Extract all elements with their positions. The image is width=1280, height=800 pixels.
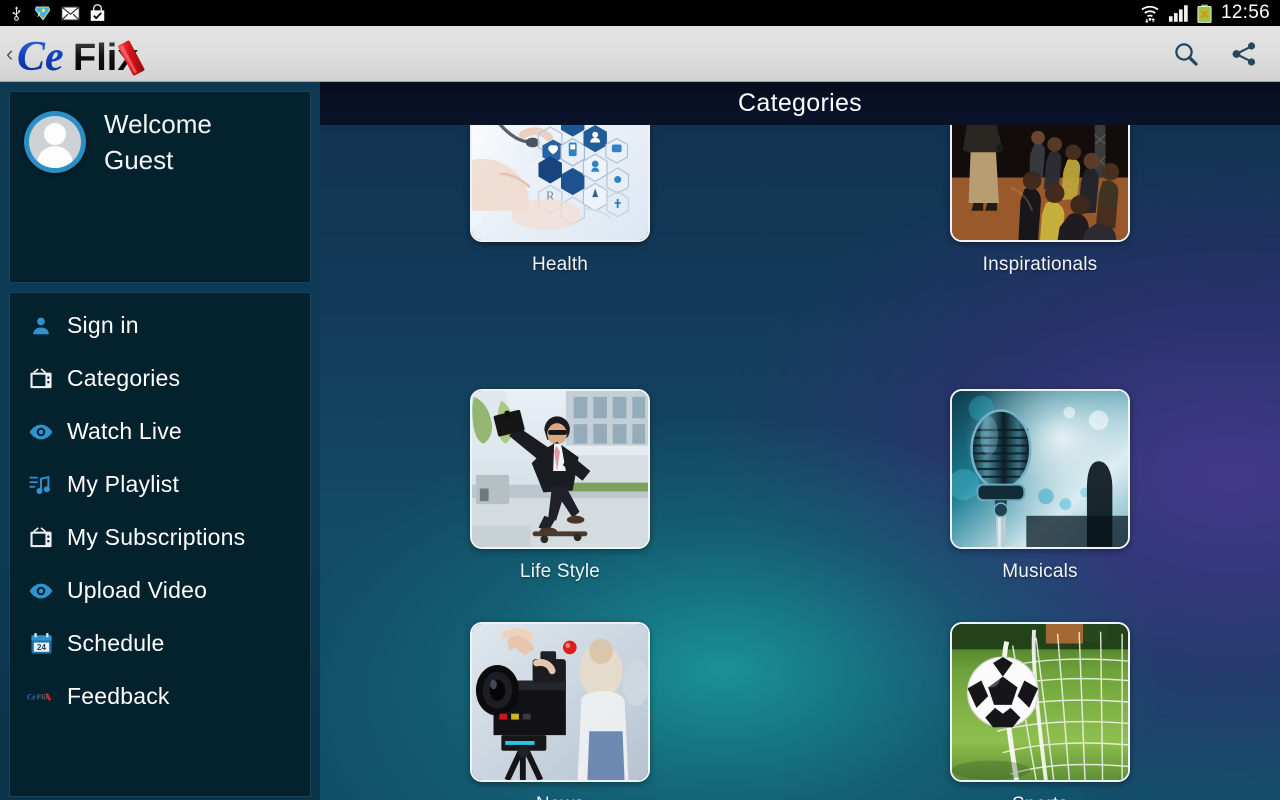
status-right-icons: 12:56 xyxy=(1139,2,1280,24)
app-action-bar: ‹ Ce Flix xyxy=(0,26,1280,82)
sidebar-item-label: Categories xyxy=(67,365,181,391)
category-tile-news[interactable]: News xyxy=(470,622,650,800)
category-label: Life Style xyxy=(519,561,601,582)
eye-icon xyxy=(26,419,56,445)
playlist-music-icon xyxy=(26,472,56,498)
checkbox-app-icon xyxy=(90,4,105,21)
eye-icon xyxy=(26,578,56,604)
category-label: News xyxy=(470,794,650,800)
sidebar-item-label: Watch Live xyxy=(67,418,182,444)
sidebar-item-my-subscriptions[interactable]: My Subscriptions xyxy=(10,511,310,564)
sidebar-item-label: My Subscriptions xyxy=(67,524,246,550)
welcome-username: Guest xyxy=(104,145,174,175)
welcome-greeting: Welcome xyxy=(104,109,212,139)
category-tile-sports[interactable]: Sports xyxy=(950,622,1130,800)
categories-grid: R Health Inspirationals Life Style Music… xyxy=(320,82,1280,800)
category-label: Sports xyxy=(950,794,1130,800)
profile-row: Welcome Guest xyxy=(10,92,310,178)
category-thumbnail xyxy=(950,389,1130,549)
businessman-skateboard-image xyxy=(472,391,648,547)
email-icon xyxy=(61,5,80,21)
category-label: Musicals xyxy=(1002,561,1078,582)
sidebar-item-categories[interactable]: Categories xyxy=(10,352,310,405)
category-thumbnail xyxy=(950,622,1130,782)
avatar-placeholder-icon xyxy=(29,116,81,168)
ceflix-logo-icon: Ce Flix xyxy=(26,684,56,710)
category-label: Inspirationals xyxy=(982,254,1098,275)
sidebar-item-sign-in[interactable]: Sign in xyxy=(10,299,310,352)
back-chevron-icon[interactable]: ‹ xyxy=(0,42,17,65)
categories-header-bar: Categories xyxy=(320,82,1280,125)
signal-bars-icon xyxy=(1168,4,1188,22)
sidebar-item-label: Sign in xyxy=(67,312,139,338)
share-icon[interactable] xyxy=(1230,40,1258,68)
sidebar-item-label: Feedback xyxy=(67,683,170,709)
sidebar-item-schedule[interactable]: 24 Schedule xyxy=(10,617,310,670)
usb-icon xyxy=(12,5,21,21)
action-bar-buttons xyxy=(1172,40,1280,68)
page-title: Categories xyxy=(738,89,862,117)
category-tile-musicals[interactable]: Musicals xyxy=(950,389,1130,583)
categories-content: Categories R Health Inspirationals Life … xyxy=(320,82,1280,800)
category-thumbnail xyxy=(470,389,650,549)
ceflix-logo[interactable]: Ce Flix xyxy=(17,34,167,80)
sidebar-item-label: My Playlist xyxy=(67,471,180,497)
status-left-icons xyxy=(0,4,106,22)
svg-text:Ce: Ce xyxy=(17,34,64,80)
sidebar-item-upload-video[interactable]: Upload Video xyxy=(10,564,310,617)
battery-error-icon xyxy=(1197,4,1212,23)
user-icon xyxy=(26,313,56,339)
category-thumbnail xyxy=(470,622,650,782)
vintage-microphone-stage-image xyxy=(952,391,1128,547)
soccer-ball xyxy=(966,656,1039,729)
svg-text:Ce: Ce xyxy=(27,692,36,701)
sidebar-item-my-playlist[interactable]: My Playlist xyxy=(10,458,310,511)
app-screen: 12:56 ‹ Ce Flix Welcome Guest Sign in Ca… xyxy=(0,0,1280,800)
video-camera-tripod-image xyxy=(472,624,648,780)
ceflix-logo-icon: Ce Flix xyxy=(17,34,145,80)
tv-icon xyxy=(26,525,56,551)
sidebar-item-watch-live[interactable]: Watch Live xyxy=(10,405,310,458)
shield-key-icon xyxy=(34,6,51,21)
soccer-ball-goal-net-image xyxy=(952,624,1128,780)
profile-panel[interactable]: Welcome Guest xyxy=(9,91,311,283)
category-label: Health xyxy=(531,254,589,275)
tv-icon xyxy=(26,366,56,392)
status-clock: 12:56 xyxy=(1220,2,1270,23)
sidebar-item-feedback[interactable]: Ce Flix Feedback xyxy=(10,670,310,723)
avatar[interactable] xyxy=(24,111,86,173)
navigation-drawer: Welcome Guest Sign in Categories Watch L… xyxy=(0,82,320,800)
calendar-24-icon: 24 xyxy=(26,631,56,657)
category-tile-life-style[interactable]: Life Style xyxy=(470,389,650,583)
search-icon[interactable] xyxy=(1172,40,1200,68)
welcome-text-block: Welcome Guest xyxy=(86,106,212,178)
sidebar-item-label: Upload Video xyxy=(67,577,208,603)
sidebar-item-label: Schedule xyxy=(67,630,165,656)
drawer-menu: Sign in Categories Watch Live My Playlis… xyxy=(9,292,311,797)
android-status-bar: 12:56 xyxy=(0,0,1280,26)
wifi-icon xyxy=(1141,5,1159,23)
svg-text:24: 24 xyxy=(37,643,46,652)
